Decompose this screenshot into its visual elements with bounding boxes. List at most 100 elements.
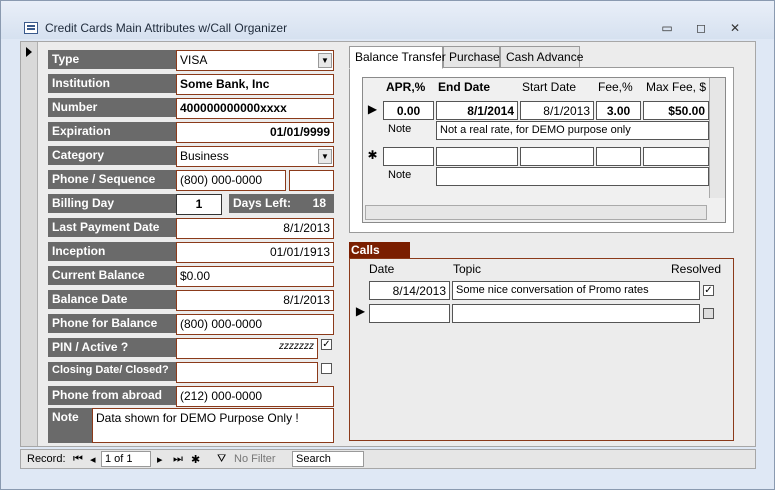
fee-header: Fee,% [598,80,633,94]
balance-date-label: Balance Date [48,290,176,309]
current-balance-label: Current Balance [48,266,176,285]
search-input[interactable]: Search [292,451,364,467]
active-checkbox[interactable]: ✓ [321,339,332,350]
current-row-icon[interactable]: ▶ [363,102,382,116]
new-note-cell[interactable] [436,167,709,186]
new-call-topic-cell[interactable] [452,304,700,323]
phone-balance-field[interactable]: (800) 000-0000 [176,314,334,335]
phone-field[interactable]: (800) 000-0000 [176,170,286,191]
phone-sequence-label: Phone / Sequence [48,170,176,189]
calls-subform: Date Topic Resolved 8/14/2013 Some nice … [349,258,734,441]
new-resolved-checkbox[interactable] [703,308,714,319]
apr-cell[interactable]: 0.00 [383,101,434,120]
new-record-nav-icon[interactable]: ✱ [191,453,200,466]
record-selector[interactable] [21,42,38,446]
new-fee-cell[interactable] [596,147,641,166]
close-button[interactable]: ✕ [721,19,749,37]
current-balance-field[interactable]: $0.00 [176,266,334,287]
minimize-button[interactable]: ▭ [653,19,681,37]
number-field[interactable]: 400000000000xxxx [176,98,334,119]
tab-cash-advance[interactable]: Cash Advance [500,46,583,68]
days-left-label: Days Left: 18 [229,194,334,213]
tab-purchase[interactable]: Purchase [443,46,500,68]
closed-checkbox[interactable] [321,363,332,374]
days-left-caption: Days Left: [233,196,292,210]
expiration-label: Expiration [48,122,176,141]
inception-field[interactable]: 01/01/1913 [176,242,334,263]
phone-abroad-field[interactable]: (212) 000-0000 [176,386,334,407]
close-icon: ✕ [729,21,741,35]
institution-field[interactable]: Some Bank, Inc [176,74,334,95]
chevron-down-icon[interactable]: ▼ [318,53,332,68]
new-apr-cell[interactable] [383,147,434,166]
closing-label: Closing Date/ Closed? [48,362,176,381]
new-record-icon[interactable]: ✱ [363,148,382,162]
form-body: Type VISA ▼ Institution Some Bank, Inc Nu… [20,41,756,447]
type-combo[interactable]: VISA ▼ [176,50,334,71]
record-navigation-bar: Record: ⏮ ◂ 1 of 1 ▸ ⏭ ✱ ⛛ No Filter Sea… [20,449,756,469]
restore-button[interactable]: ◻ [687,19,715,37]
record-number-input[interactable]: 1 of 1 [101,451,151,467]
balance-transfer-panel: APR,% End Date Start Date Fee,% Max Fee,… [349,67,734,233]
restore-icon: ◻ [696,21,706,35]
start-date-cell[interactable]: 8/1/2013 [520,101,594,120]
category-label: Category [48,146,176,165]
rate-note-cell[interactable]: Not a real rate, for DEMO purpose only [436,121,709,140]
first-record-icon[interactable]: ⏮ [73,453,83,466]
type-value: VISA [180,53,208,67]
checkmark-icon: ✓ [322,339,331,350]
vertical-scrollbar[interactable] [709,78,725,198]
balance-transfer-grid: APR,% End Date Start Date Fee,% Max Fee,… [362,77,726,223]
form-icon [24,22,38,34]
max-fee-header: Max Fee, $ [646,80,707,94]
sequence-field[interactable] [289,170,334,191]
new-call-row-icon[interactable]: ▶ [351,304,370,318]
apr-header: APR,% [386,80,426,94]
end-date-header: End Date [438,80,491,94]
phone-abroad-label: Phone from abroad [48,386,176,405]
title-bar: Credit Cards Main Attributes w/Call Orga… [1,1,774,39]
previous-record-icon[interactable]: ◂ [90,453,96,466]
call-topic-cell[interactable]: Some nice conversation of Promo rates [452,281,700,300]
max-fee-cell[interactable]: $50.00 [643,101,709,120]
new-max-fee-cell[interactable] [643,147,709,166]
last-payment-label: Last Payment Date [48,218,176,237]
record-label: Record: [27,453,66,465]
fee-cell[interactable]: 3.00 [596,101,641,120]
pin-active-label: PIN / Active ? [48,338,176,357]
next-record-icon[interactable]: ▸ [157,453,163,466]
inception-label: Inception [48,242,176,261]
window-title: Credit Cards Main Attributes w/Call Orga… [45,21,288,35]
resolved-checkbox[interactable]: ✓ [703,285,714,296]
access-form-window: Credit Cards Main Attributes w/Call Orga… [0,0,775,490]
pin-field[interactable]: zzzzzzz [176,338,318,359]
tab-balance-transfer[interactable]: Balance Transfer [349,46,446,69]
category-combo[interactable]: Business ▼ [176,146,334,167]
no-filter-button[interactable]: No Filter [234,453,276,465]
billing-day-field[interactable]: 1 [176,194,222,215]
chevron-down-icon[interactable]: ▼ [318,149,332,164]
category-value: Business [180,149,229,163]
new-end-date-cell[interactable] [436,147,518,166]
calls-topic-header: Topic [453,262,482,276]
closing-date-field[interactable] [176,362,318,383]
minimize-icon: ▭ [661,21,673,35]
note-field[interactable]: Data shown for DEMO Purpose Only ! [92,408,334,443]
calls-date-header: Date [369,262,395,276]
note-row-label: Note [388,123,412,135]
type-label: Type [48,50,176,69]
new-call-date-cell[interactable] [369,304,450,323]
filter-icon[interactable]: ⛛ [217,453,226,466]
new-note-row-label: Note [388,169,412,181]
last-payment-field[interactable]: 8/1/2013 [176,218,334,239]
expiration-field[interactable]: 01/01/9999 [176,122,334,143]
note-label: Note [48,408,92,443]
balance-date-field[interactable]: 8/1/2013 [176,290,334,311]
call-date-cell[interactable]: 8/14/2013 [369,281,450,300]
new-start-date-cell[interactable] [520,147,594,166]
last-record-icon[interactable]: ⏭ [173,453,183,466]
end-date-cell[interactable]: 8/1/2014 [436,101,518,120]
horizontal-scrollbar[interactable] [365,205,707,220]
checkmark-icon: ✓ [704,285,713,296]
calls-label: Calls [349,242,410,258]
